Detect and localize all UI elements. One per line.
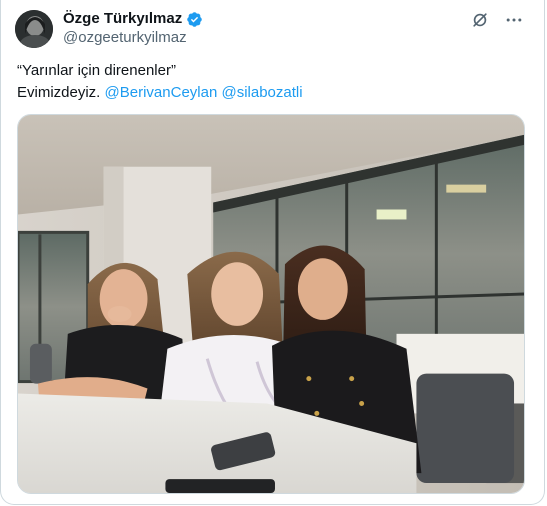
tweet-second-line: Evimizdeyiz. @BerivanCeylan @silabozatli <box>17 82 527 104</box>
mention-link[interactable]: @silabozatli <box>221 84 302 101</box>
verified-badge-icon[interactable] <box>186 11 203 28</box>
mention-link[interactable]: @BerivanCeylan <box>105 84 218 101</box>
grok-icon[interactable] <box>470 10 490 30</box>
tweet-photo[interactable] <box>17 114 525 494</box>
tweet-quote-line: “Yarınlar için direnenler” <box>17 62 176 79</box>
tweet-second-line-text: Evimizdeyiz. <box>17 84 105 101</box>
author-name-row: Özge Türkyılmaz <box>63 10 203 28</box>
more-options-icon[interactable] <box>504 10 524 30</box>
author-display-name[interactable]: Özge Türkyılmaz <box>63 10 182 28</box>
author-handle[interactable]: @ozgeeturkyilmaz <box>63 29 187 47</box>
tweet-actions-top <box>470 10 524 30</box>
tweet-card[interactable]: Özge Türkyılmaz @ozgeeturkyilmaz “Yarınl… <box>0 0 545 505</box>
tweet-text: “Yarınlar için direnenler” Evimizdeyiz. … <box>17 60 527 104</box>
author-avatar[interactable] <box>15 10 53 48</box>
